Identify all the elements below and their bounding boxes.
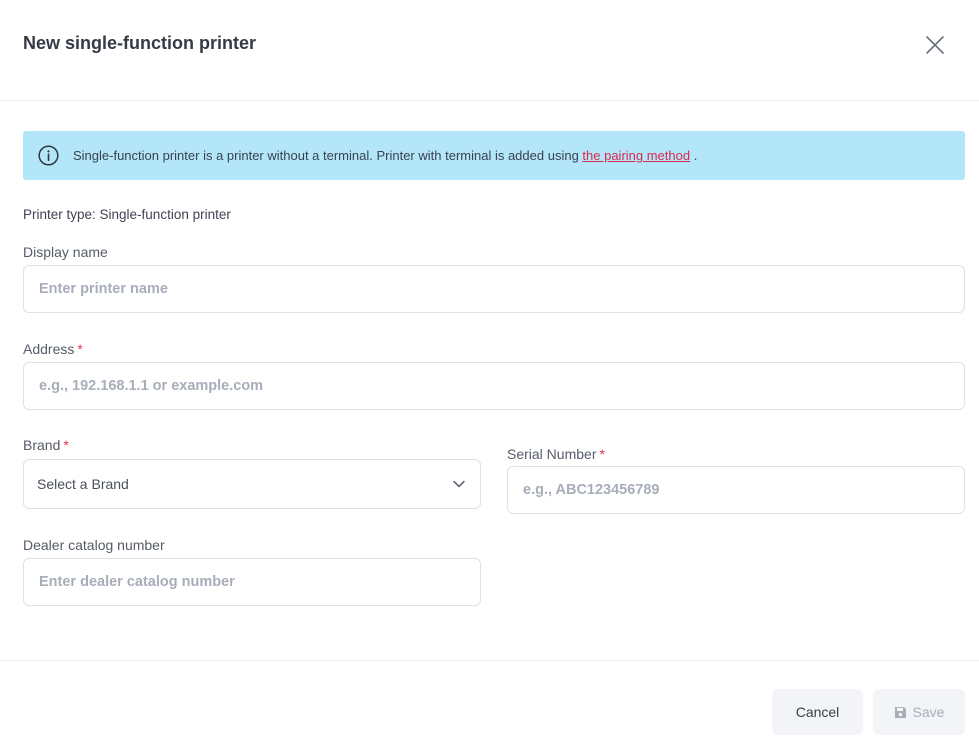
serial-number-label: Serial Number * [507, 446, 605, 462]
required-mark: * [63, 437, 69, 453]
brand-selected-value: Select a Brand [37, 476, 129, 492]
required-mark: * [599, 446, 605, 462]
brand-label: Brand * [23, 437, 69, 453]
cancel-button[interactable]: Cancel [772, 689, 863, 735]
info-suffix: . [690, 148, 698, 163]
save-button[interactable]: Save [873, 689, 965, 735]
modal-footer: Cancel Save [0, 660, 979, 744]
pairing-method-link[interactable]: the pairing method [582, 148, 690, 163]
display-name-input[interactable]: Enter printer name [23, 265, 965, 313]
display-name-placeholder: Enter printer name [39, 281, 168, 297]
dealer-catalog-placeholder: Enter dealer catalog number [39, 574, 235, 590]
dealer-catalog-input[interactable]: Enter dealer catalog number [23, 558, 481, 606]
dealer-catalog-label: Dealer catalog number [23, 537, 165, 553]
close-icon [926, 36, 944, 54]
address-placeholder: e.g., 192.168.1.1 or example.com [39, 378, 264, 394]
serial-number-placeholder: e.g., ABC123456789 [523, 482, 660, 498]
modal-title: New single-function printer [23, 33, 257, 53]
save-icon [894, 706, 906, 718]
serial-number-input[interactable]: e.g., ABC123456789 [507, 466, 965, 514]
required-mark: * [77, 341, 83, 357]
info-banner: Single-function printer is a printer wit… [23, 131, 965, 180]
cancel-label: Cancel [795, 704, 840, 720]
close-button[interactable] [922, 32, 948, 58]
address-input[interactable]: e.g., 192.168.1.1 or example.com [23, 362, 965, 410]
display-name-label: Display name [23, 244, 108, 260]
info-text: Single-function printer is a printer wit… [73, 148, 583, 163]
info-icon [38, 145, 59, 166]
info-message: Single-function printer is a printer wit… [73, 148, 697, 163]
save-label: Save [912, 704, 945, 720]
chevron-down-icon [453, 480, 465, 488]
address-label: Address * [23, 341, 83, 357]
printer-type-text: Printer type: Single-function printer [23, 207, 231, 222]
modal-header: New single-function printer [0, 0, 979, 101]
brand-select[interactable]: Select a Brand [23, 459, 481, 509]
